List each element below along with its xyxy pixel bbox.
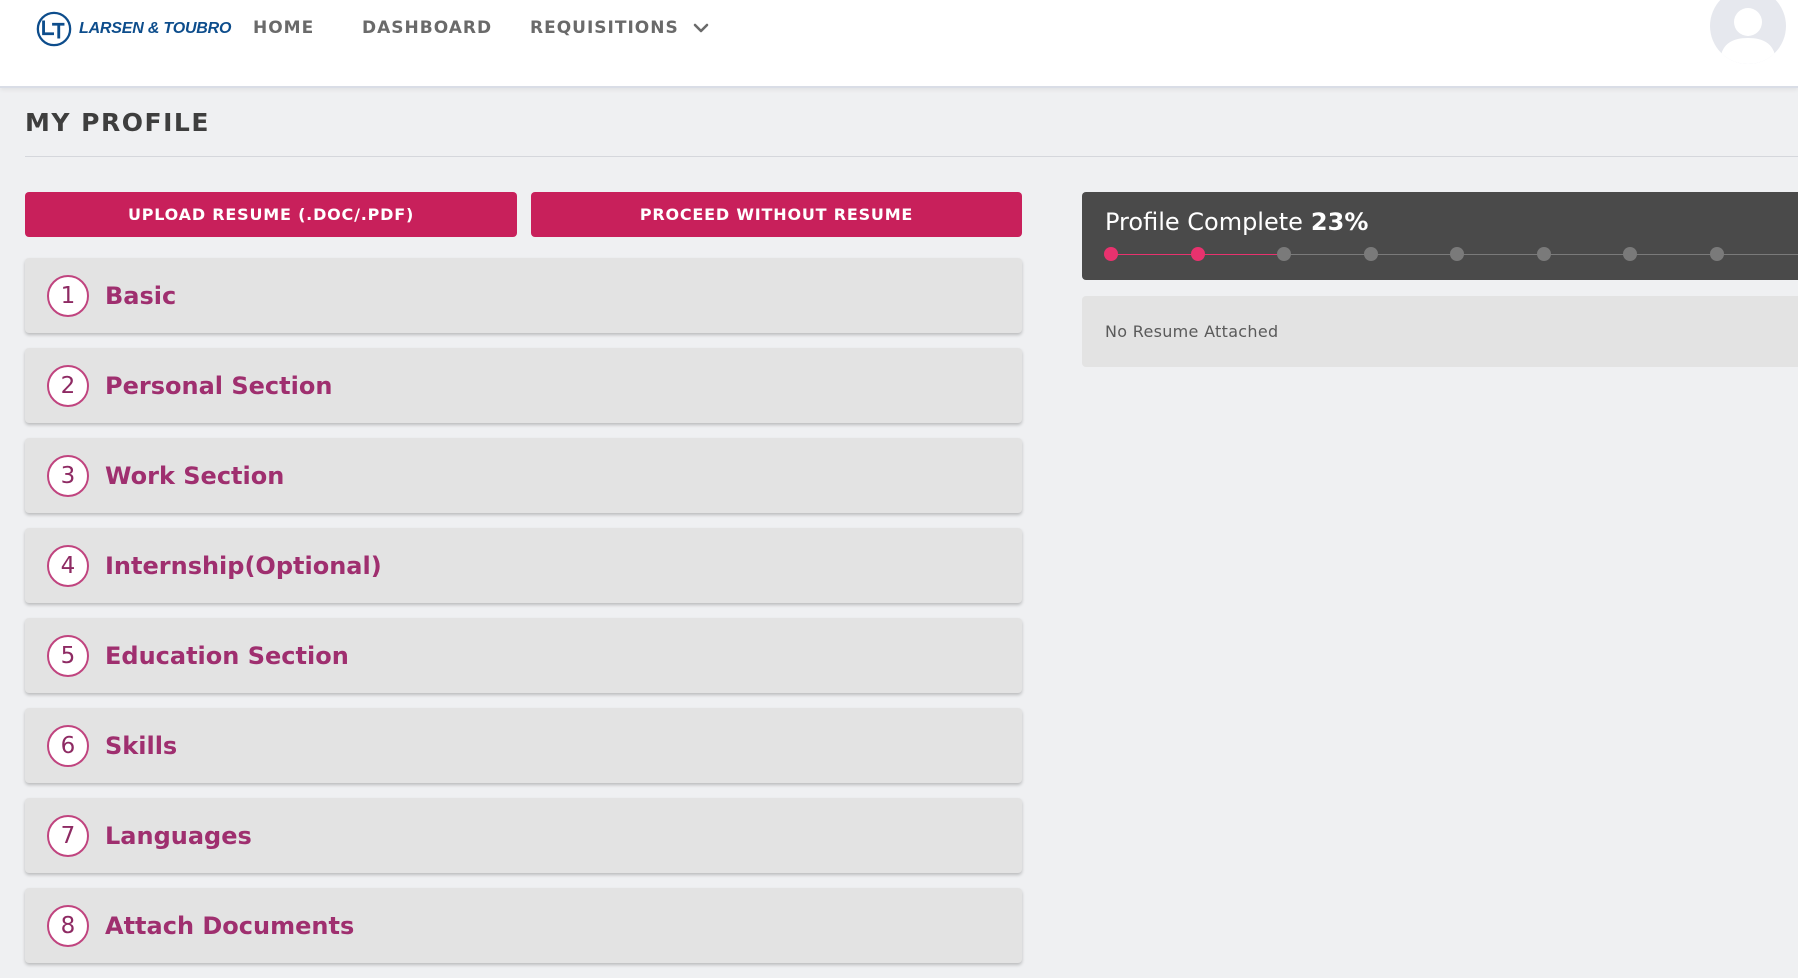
profile-complete-label: Profile Complete 23%: [1105, 208, 1368, 236]
section-label: Skills: [105, 731, 178, 760]
section-attach-documents[interactable]: 8 Attach Documents: [25, 888, 1022, 963]
section-number-badge: 2: [47, 364, 89, 407]
profile-sections-list: 1 Basic 2 Personal Section 3 Work Sectio…: [25, 258, 1022, 978]
progress-step-dot: [1536, 247, 1551, 261]
user-avatar[interactable]: [1710, 0, 1786, 64]
section-label: Attach Documents: [105, 911, 355, 940]
nav-home[interactable]: HOME: [253, 18, 314, 38]
resume-status-text: No Resume Attached: [1105, 322, 1279, 341]
progress-step-dot: [1709, 247, 1724, 261]
progress-step-dot: [1450, 247, 1464, 261]
profile-complete-text: Profile Complete: [1105, 208, 1303, 236]
section-number-badge: 3: [47, 454, 89, 497]
section-label: Personal Section: [105, 371, 333, 400]
nav-requisitions[interactable]: REQUISITIONS: [530, 18, 711, 38]
section-number-badge: 1: [47, 274, 89, 317]
section-label: Work Section: [105, 461, 285, 490]
section-number-badge: 8: [47, 904, 89, 947]
section-internship[interactable]: 4 Internship(Optional): [25, 528, 1022, 603]
section-languages[interactable]: 7 Languages: [25, 798, 1022, 873]
brand-logo[interactable]: LARSEN & TOUBRO: [35, 10, 231, 48]
profile-complete-card: Profile Complete 23%: [1082, 192, 1798, 280]
section-label: Education Section: [105, 641, 349, 670]
title-divider: [25, 156, 1798, 157]
top-navigation-bar: LARSEN & TOUBRO HOME DASHBOARD REQUISITI…: [0, 0, 1798, 88]
section-label: Languages: [105, 821, 252, 850]
user-avatar-icon: [1720, 8, 1776, 64]
nav-requisitions-label: REQUISITIONS: [530, 18, 679, 38]
section-number-badge: 6: [47, 724, 89, 767]
resume-status-card: No Resume Attached: [1082, 296, 1798, 367]
section-work[interactable]: 3 Work Section: [25, 438, 1022, 513]
progress-stepper: [1104, 247, 1798, 261]
section-personal[interactable]: 2 Personal Section: [25, 348, 1022, 423]
section-education[interactable]: 5 Education Section: [25, 618, 1022, 693]
section-skills[interactable]: 6 Skills: [25, 708, 1022, 783]
progress-step-dot: [1190, 247, 1205, 261]
lt-logo-icon: [36, 11, 72, 47]
upload-resume-button[interactable]: UPLOAD RESUME (.DOC/.PDF): [25, 192, 517, 237]
proceed-without-resume-button[interactable]: PROCEED WITHOUT RESUME: [531, 192, 1022, 237]
section-label: Internship(Optional): [105, 551, 382, 580]
section-number-badge: 5: [47, 634, 89, 677]
profile-complete-percent: 23%: [1310, 208, 1369, 236]
page-title: MY PROFILE: [25, 108, 210, 137]
section-label: Basic: [105, 281, 177, 310]
brand-name: LARSEN & TOUBRO: [79, 20, 232, 37]
progress-step-dot: [1277, 247, 1291, 261]
section-number-badge: 7: [47, 814, 89, 857]
progress-step-dot: [1623, 247, 1637, 261]
section-number-badge: 4: [47, 544, 89, 587]
nav-dashboard[interactable]: DASHBOARD: [362, 18, 492, 38]
progress-step-dot: [1104, 247, 1118, 261]
chevron-down-icon: [693, 23, 709, 33]
progress-step-dot: [1363, 247, 1378, 261]
section-basic[interactable]: 1 Basic: [25, 258, 1022, 333]
